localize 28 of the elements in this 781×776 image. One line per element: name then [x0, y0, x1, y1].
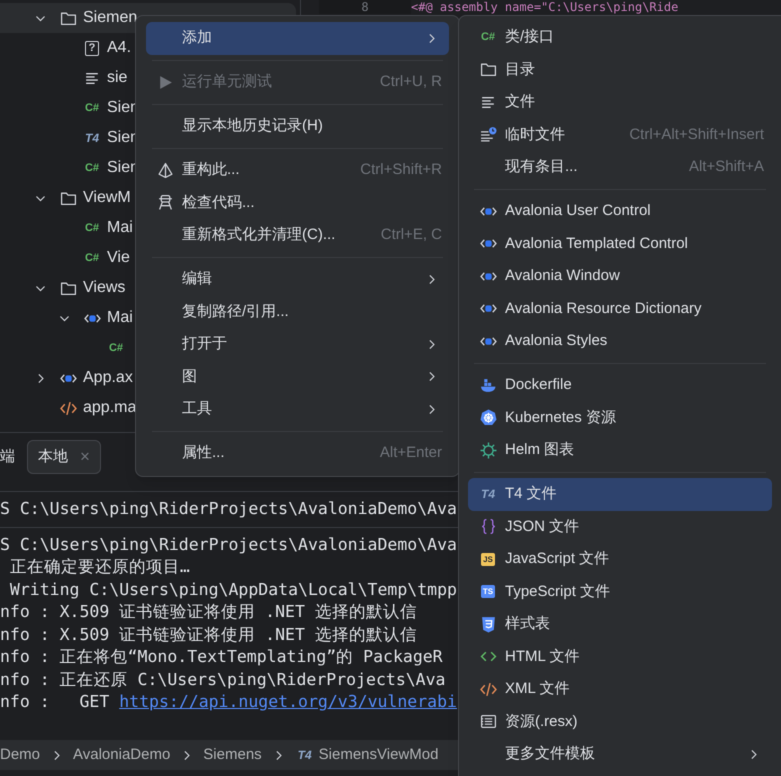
code-line: <#@ assembly name="C:\Users\ping\Ride: [411, 0, 678, 14]
js-icon: JS: [481, 552, 495, 566]
terminal-line: 正在确定要还原的项目…: [8, 556, 191, 578]
terminal-line: nfo : GET https://api.nuget.org/v3/vulnerabi: [0, 691, 458, 713]
shortcut-text: Alt+Enter: [380, 443, 442, 463]
ts-icon: TS: [480, 585, 496, 598]
terminal-line: nfo : X.509 证书链验证将使用 .NET 选择的默认信: [0, 624, 418, 646]
terminal-line: nfo : 正在将包“Mono.TextTemplating”的 PackageR: [0, 646, 444, 668]
terminal-line: Writing C:\Users\ping\AppData\Local\Temp\tmpp: [8, 578, 458, 600]
shortcut-text: Ctrl+U, R: [380, 72, 442, 92]
t4-icon: T4: [84, 129, 99, 147]
csharp-icon: C#: [480, 29, 496, 46]
t4-icon: T4: [480, 485, 495, 504]
shortcut-text: Ctrl+Shift+R: [360, 160, 442, 180]
terminal-line: S C:\Users\ping\RiderProjects\AvaloniaDemo\Ava: [0, 498, 458, 520]
csharp-icon: C#: [84, 220, 100, 236]
shortcut-text: Ctrl+Alt+Shift+Insert: [629, 124, 764, 144]
question-icon: ?: [84, 40, 100, 56]
t4-icon: T4: [298, 746, 312, 764]
csharp-icon: C#: [84, 100, 100, 116]
shortcut-text: Ctrl+E, C: [380, 225, 442, 245]
terminal-line: S C:\Users\ping\RiderProjects\AvaloniaDemo\Ava: [0, 534, 458, 556]
line-number: 8: [361, 0, 369, 14]
csharp-icon: C#: [84, 160, 100, 176]
shortcut-text: Alt+Shift+A: [688, 157, 764, 177]
terminal-line: nfo : 正在还原 C:\Users\ping\RiderProjects\Ava: [0, 668, 446, 690]
csharp-icon: C#: [84, 250, 100, 266]
terminal-line: nfo : X.509 证书链验证将使用 .NET 选择的默认信: [0, 601, 418, 623]
